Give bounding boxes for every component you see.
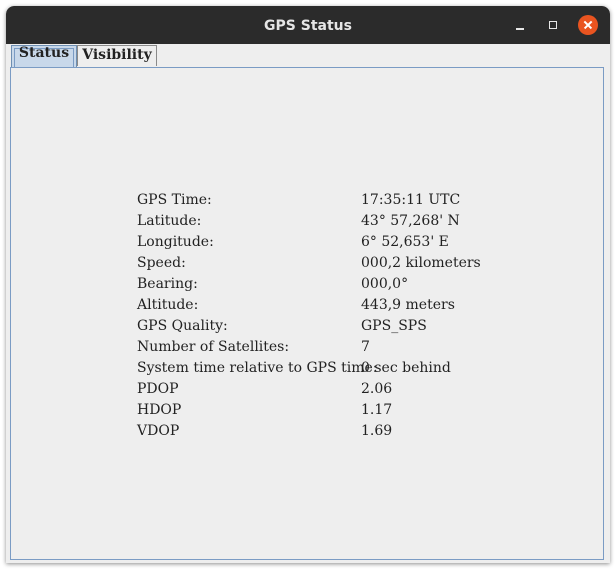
hdop-label: HDOP [137, 402, 182, 418]
speed-label: Speed: [137, 255, 186, 271]
hdop-value: 1.17 [361, 402, 393, 418]
maximize-icon [549, 21, 557, 29]
tab-status-label: Status [18, 45, 70, 61]
system-time-value: 0 sec behind [361, 360, 451, 376]
latitude-label: Latitude: [137, 213, 202, 229]
vdop-label: VDOP [137, 423, 180, 439]
vdop-value: 1.69 [361, 423, 393, 439]
gps-quality-label: GPS Quality: [137, 318, 228, 334]
gps-time-value: 17:35:11 UTC [361, 192, 461, 208]
tab-visibility-label: Visibility [82, 47, 152, 63]
system-time-label: System time relative to GPS time: [137, 360, 378, 376]
longitude-label: Longitude: [137, 234, 214, 250]
window-content: Status Visibility GPS Time: 17:35:11 UTC… [6, 44, 610, 563]
bearing-label: Bearing: [137, 276, 198, 292]
satellites-label: Number of Satellites: [137, 339, 290, 355]
altitude-label: Altitude: [137, 297, 199, 313]
close-button[interactable] [578, 15, 598, 35]
tab-visibility[interactable]: Visibility [77, 45, 157, 66]
status-panel: GPS Time: 17:35:11 UTC Latitude: 43° 57,… [10, 67, 604, 560]
minimize-button[interactable] [510, 15, 530, 35]
bearing-value: 000,0° [361, 276, 409, 292]
pdop-label: PDOP [137, 381, 179, 397]
close-icon [578, 15, 598, 35]
minimize-icon [516, 28, 524, 30]
longitude-value: 6° 52,653' E [361, 234, 449, 250]
pdop-value: 2.06 [361, 381, 393, 397]
tab-status[interactable]: Status [11, 45, 77, 68]
gps-quality-value: GPS_SPS [361, 318, 427, 334]
gps-status-window: GPS Status Status Visibility GPS Time: 1… [6, 6, 610, 563]
altitude-value: 443,9 meters [361, 297, 455, 313]
speed-value: 000,2 kilometers [361, 255, 481, 271]
gps-time-label: GPS Time: [137, 192, 212, 208]
title-bar[interactable]: GPS Status [6, 6, 610, 44]
satellites-value: 7 [361, 339, 370, 355]
latitude-value: 43° 57,268' N [361, 213, 460, 229]
maximize-button[interactable] [544, 15, 564, 35]
